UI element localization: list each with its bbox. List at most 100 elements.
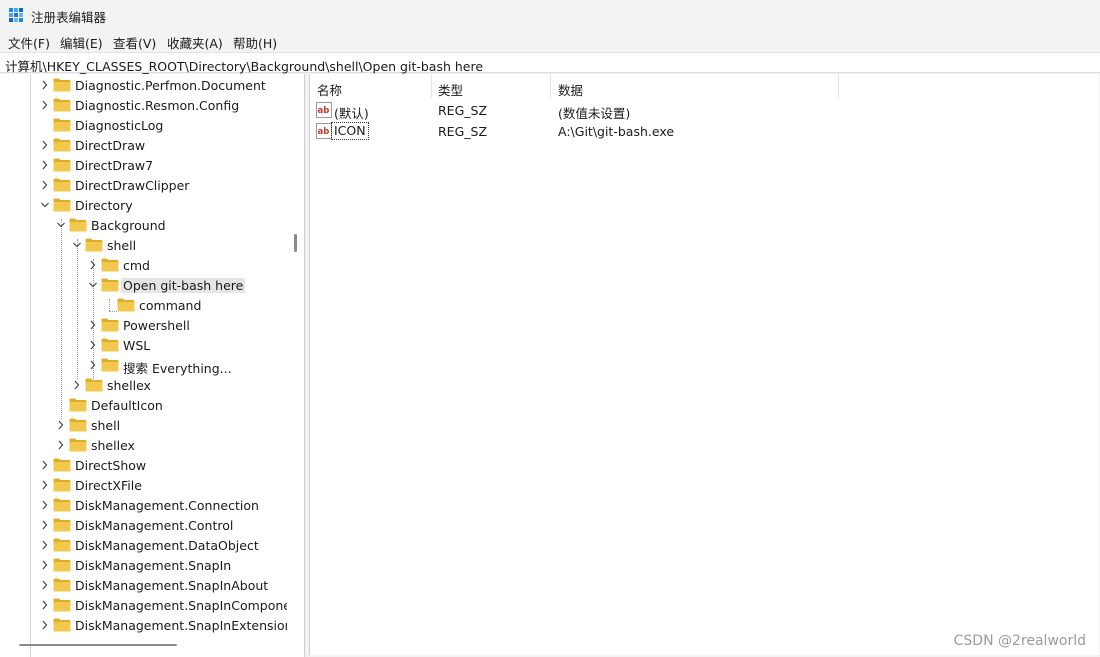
tree-item[interactable]: DirectDraw [31, 135, 287, 155]
chevron-right-icon[interactable] [40, 139, 50, 151]
chevron-right-icon[interactable] [88, 359, 98, 371]
tree-item[interactable]: Diagnostic.Resmon.Config [31, 95, 287, 115]
tree-item-label: Directory [75, 198, 133, 213]
chevron-right-icon[interactable] [40, 99, 50, 111]
tree-item[interactable]: shellex [31, 375, 287, 395]
chevron-down-icon[interactable] [72, 239, 82, 251]
tree-item[interactable]: Directory [31, 195, 287, 215]
menu-help[interactable]: 帮助(H) [232, 33, 278, 52]
tree-item-label: DiskManagement.SnapInExtension [75, 618, 287, 633]
chevron-right-icon[interactable] [88, 319, 98, 331]
tree-item[interactable]: DiskManagement.Connection [31, 495, 287, 515]
folder-icon [101, 338, 119, 352]
folder-icon [101, 318, 119, 332]
tree-item[interactable]: DiskManagement.Control [31, 515, 287, 535]
menu-favorites[interactable]: 收藏夹(A) [166, 33, 224, 52]
tree-item[interactable]: DiagnosticLog [31, 115, 287, 135]
tree-item[interactable]: command [31, 295, 287, 315]
tree-item[interactable]: Diagnostic.Perfmon.Document [31, 75, 287, 95]
address-bar[interactable]: 计算机\HKEY_CLASSES_ROOT\Directory\Backgrou… [0, 52, 1100, 75]
tree-item[interactable]: DiskManagement.SnapIn [31, 555, 287, 575]
tree-item-label: cmd [123, 258, 150, 273]
folder-icon [53, 158, 71, 172]
tree-item[interactable]: 搜索 Everything... [31, 355, 287, 376]
chevron-down-icon[interactable] [56, 219, 66, 231]
chevron-right-icon[interactable] [40, 159, 50, 171]
tree-pane: Diagnostic.Perfmon.Document Diagnostic.Re… [0, 74, 305, 657]
folder-icon [53, 498, 71, 512]
tree-item[interactable]: DirectDrawClipper [31, 175, 287, 195]
chevron-right-icon[interactable] [40, 619, 50, 631]
chevron-down-icon[interactable] [40, 199, 50, 211]
value-row-default[interactable]: ab (默认) REG_SZ (数值未设置) [310, 100, 1090, 121]
column-header-data[interactable]: 数据 [551, 74, 839, 98]
tree-item[interactable]: DiskManagement.SnapInExtension [31, 615, 287, 635]
value-data: A:\Git\git-bash.exe [558, 124, 675, 139]
chevron-down-icon[interactable] [88, 279, 98, 291]
tree-item[interactable]: Open git-bash here [31, 275, 287, 295]
folder-icon [69, 418, 87, 432]
chevron-right-icon[interactable] [40, 579, 50, 591]
folder-icon [69, 218, 87, 232]
tree-item[interactable]: Powershell [31, 315, 287, 335]
chevron-right-icon[interactable] [56, 419, 66, 431]
tree-horizontal-scrollbar[interactable] [19, 637, 302, 655]
tree-item-label: shell [107, 238, 137, 253]
chevron-right-icon[interactable] [40, 599, 50, 611]
tree-item-label: DirectDrawClipper [75, 178, 190, 193]
chevron-right-icon[interactable] [40, 499, 50, 511]
chevron-right-icon[interactable] [40, 479, 50, 491]
tree-horizontal-scroll-thumb[interactable] [19, 644, 177, 646]
tree-vertical-scrollbar[interactable] [290, 74, 302, 636]
tree-item-label: Background [91, 218, 166, 233]
tree-item[interactable]: Background [31, 215, 287, 235]
tree-item-label: DiskManagement.Connection [75, 498, 259, 513]
tree-item[interactable]: shellex [31, 435, 287, 455]
tree-item-label: DirectDraw [75, 138, 146, 153]
chevron-right-icon[interactable] [40, 519, 50, 531]
column-header-type[interactable]: 类型 [431, 74, 551, 98]
string-value-icon: ab [316, 123, 332, 139]
chevron-right-icon[interactable] [56, 439, 66, 451]
chevron-right-icon[interactable] [72, 379, 82, 391]
folder-icon [53, 198, 71, 212]
folder-icon [53, 478, 71, 492]
folder-icon [69, 398, 87, 412]
menu-view[interactable]: 查看(V) [112, 33, 157, 52]
chevron-right-icon[interactable] [40, 559, 50, 571]
address-path[interactable]: 计算机\HKEY_CLASSES_ROOT\Directory\Backgrou… [5, 56, 483, 75]
chevron-right-icon[interactable] [40, 459, 50, 471]
title-bar: 注册表编辑器 [0, 0, 1100, 30]
tree-item[interactable]: shell [31, 415, 287, 435]
tree-item[interactable]: DirectXFile [31, 475, 287, 495]
menu-bar: 文件(F) 编辑(E) 查看(V) 收藏夹(A) 帮助(H) [0, 30, 1100, 51]
folder-icon [53, 98, 71, 112]
menu-file[interactable]: 文件(F) [7, 33, 51, 52]
tree-item[interactable]: DiskManagement.SnapInAbout [31, 575, 287, 595]
folder-icon [53, 518, 71, 532]
folder-icon [101, 358, 119, 372]
tree-item[interactable]: shell [31, 235, 287, 255]
tree-item[interactable]: DiskManagement.DataObject [31, 535, 287, 555]
tree-vertical-scroll-thumb[interactable] [294, 234, 297, 252]
folder-icon [53, 578, 71, 592]
folder-icon [53, 118, 71, 132]
column-header-name[interactable]: 名称 [310, 74, 432, 98]
chevron-right-icon[interactable] [40, 79, 50, 91]
tree-item[interactable]: WSL [31, 335, 287, 355]
chevron-right-icon[interactable] [40, 539, 50, 551]
tree-item[interactable]: DefaultIcon [31, 395, 287, 415]
value-row-icon[interactable]: ab ICON REG_SZ A:\Git\git-bash.exe [310, 121, 1090, 141]
tree-item-label: DirectXFile [75, 478, 142, 493]
chevron-right-icon[interactable] [88, 339, 98, 351]
tree-item[interactable]: DirectDraw7 [31, 155, 287, 175]
tree-item[interactable]: DiskManagement.SnapInComponent [31, 595, 287, 615]
registry-key-tree: Diagnostic.Perfmon.Document Diagnostic.Re… [31, 74, 287, 636]
chevron-right-icon[interactable] [88, 259, 98, 271]
tree-item-label: DiskManagement.SnapIn [75, 558, 232, 573]
value-type: REG_SZ [438, 103, 488, 118]
chevron-right-icon[interactable] [40, 179, 50, 191]
tree-item[interactable]: cmd [31, 255, 287, 275]
menu-edit[interactable]: 编辑(E) [59, 33, 104, 52]
tree-item[interactable]: DirectShow [31, 455, 287, 475]
